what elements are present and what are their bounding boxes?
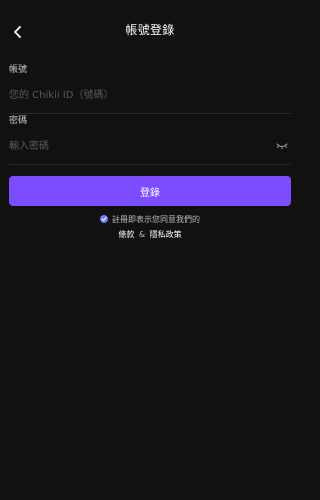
agreement-row: 註冊即表示您同意我們的 [0,214,300,225]
policy-links: 條款 & 隱私政策 [0,229,300,240]
checkmark-icon [101,216,107,221]
eye-closed-icon [276,143,288,150]
account-input-row [9,83,291,105]
privacy-policy-link[interactable]: 隱私政策 [150,230,182,239]
page-title: 帳號登錄 [125,23,175,37]
password-input-row [9,134,291,156]
agreement-checkbox[interactable] [100,214,108,223]
password-label: 密碼 [9,116,28,126]
agreement-text: 註冊即表示您同意我們的 [112,215,200,224]
account-field: 帳號 [9,62,291,114]
password-field: 密碼 [9,113,291,165]
password-visibility-toggle[interactable] [275,137,289,150]
policy-separator: & [138,230,146,239]
account-input[interactable] [9,86,291,105]
login-button[interactable]: 登錄 [9,176,291,206]
terms-link[interactable]: 條款 [118,230,134,239]
password-divider [9,163,291,165]
password-input[interactable] [9,137,291,156]
account-label: 帳號 [9,65,28,75]
header-bar: 帳號登錄 [0,14,300,46]
